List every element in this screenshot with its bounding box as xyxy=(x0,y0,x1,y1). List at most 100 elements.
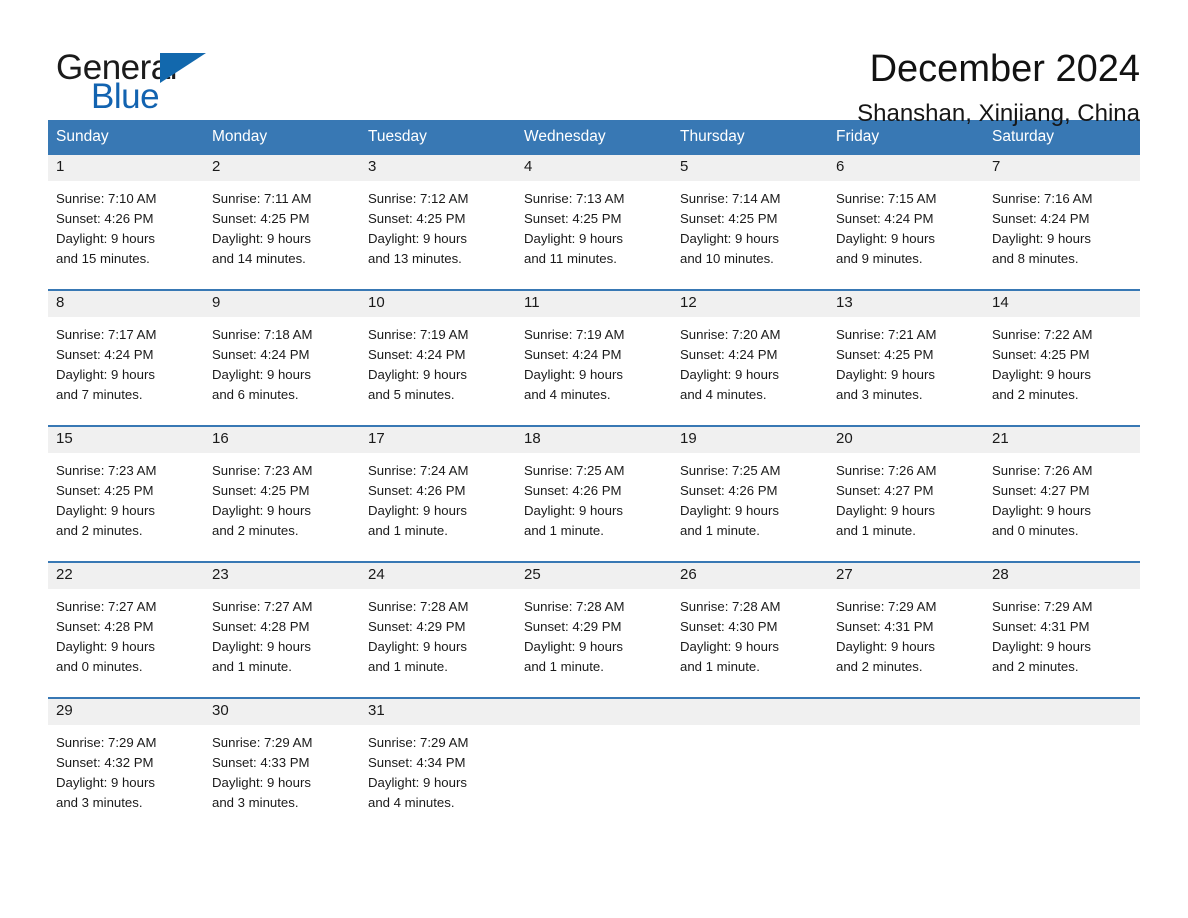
calendar-day-cell[interactable]: 28 Sunrise: 7:29 AM Sunset: 4:31 PM Dayligh… xyxy=(984,561,1140,698)
calendar-day-cell[interactable]: 4 Sunrise: 7:13 AM Sunset: 4:25 PM Daylight… xyxy=(516,155,672,290)
daylight-minutes: and 1 minute. xyxy=(212,659,292,674)
calendar-day-cell[interactable]: 11 Sunrise: 7:19 AM Sunset: 4:24 PM Dayligh… xyxy=(516,289,672,426)
calendar-day-cell[interactable]: 31 Sunrise: 7:29 AM Sunset: 4:34 PM Dayligh… xyxy=(360,697,516,833)
calendar-day-cell[interactable]: 27 Sunrise: 7:29 AM Sunset: 4:31 PM Dayligh… xyxy=(828,561,984,698)
sunset-time: Sunset: 4:27 PM xyxy=(836,483,934,498)
day-number: 15 xyxy=(48,427,204,453)
daylight-minutes: and 1 minute. xyxy=(368,659,448,674)
calendar-day-cell[interactable]: 7 Sunrise: 7:16 AM Sunset: 4:24 PM Daylight… xyxy=(984,155,1140,290)
sunset-time: Sunset: 4:25 PM xyxy=(524,211,622,226)
calendar-day-cell[interactable]: 24 Sunrise: 7:28 AM Sunset: 4:29 PM Dayligh… xyxy=(360,561,516,698)
calendar-day-cell[interactable]: 25 Sunrise: 7:28 AM Sunset: 4:29 PM Dayligh… xyxy=(516,561,672,698)
calendar-day-cell[interactable]: 29 Sunrise: 7:29 AM Sunset: 4:32 PM Dayligh… xyxy=(48,697,204,833)
day-number: 5 xyxy=(672,155,828,181)
day-detail: Sunrise: 7:26 AM Sunset: 4:27 PM Daylight:… xyxy=(984,453,1140,561)
calendar-day-cell[interactable]: 19 Sunrise: 7:25 AM Sunset: 4:26 PM Dayligh… xyxy=(672,425,828,562)
calendar-day-cell[interactable]: 5 Sunrise: 7:14 AM Sunset: 4:25 PM Daylight… xyxy=(672,155,828,290)
day-detail: Sunrise: 7:17 AM Sunset: 4:24 PM Daylight:… xyxy=(48,317,204,425)
calendar-day-cell-empty xyxy=(828,697,984,833)
daylight-hours: Daylight: 9 hours xyxy=(992,231,1091,246)
day-detail: Sunrise: 7:21 AM Sunset: 4:25 PM Daylight:… xyxy=(828,317,984,425)
sunset-time: Sunset: 4:31 PM xyxy=(992,619,1090,634)
day-number: 10 xyxy=(360,291,516,317)
sunset-time: Sunset: 4:24 PM xyxy=(524,347,622,362)
sunset-time: Sunset: 4:30 PM xyxy=(680,619,778,634)
sunrise-time: Sunrise: 7:17 AM xyxy=(56,327,157,342)
calendar-day-cell[interactable]: 6 Sunrise: 7:15 AM Sunset: 4:24 PM Daylight… xyxy=(828,155,984,290)
day-number: 1 xyxy=(48,155,204,181)
calendar-day-cell[interactable]: 14 Sunrise: 7:22 AM Sunset: 4:25 PM Dayligh… xyxy=(984,289,1140,426)
calendar-day-cell[interactable]: 12 Sunrise: 7:20 AM Sunset: 4:24 PM Dayligh… xyxy=(672,289,828,426)
daylight-hours: Daylight: 9 hours xyxy=(524,503,623,518)
calendar-day-cell[interactable]: 8 Sunrise: 7:17 AM Sunset: 4:24 PM Daylight… xyxy=(48,289,204,426)
calendar-day-cell[interactable]: 16 Sunrise: 7:23 AM Sunset: 4:25 PM Dayligh… xyxy=(204,425,360,562)
daylight-hours: Daylight: 9 hours xyxy=(524,639,623,654)
sunset-time: Sunset: 4:32 PM xyxy=(56,755,154,770)
calendar-day-cell[interactable]: 20 Sunrise: 7:26 AM Sunset: 4:27 PM Dayligh… xyxy=(828,425,984,562)
daylight-hours: Daylight: 9 hours xyxy=(992,367,1091,382)
calendar-day-cell[interactable]: 13 Sunrise: 7:21 AM Sunset: 4:25 PM Dayligh… xyxy=(828,289,984,426)
calendar-day-cell[interactable]: 1 Sunrise: 7:10 AM Sunset: 4:26 PM Daylight… xyxy=(48,155,204,290)
day-number: 8 xyxy=(48,291,204,317)
general-blue-logo[interactable]: General Blue xyxy=(56,46,216,118)
day-number: 17 xyxy=(360,427,516,453)
sunrise-time: Sunrise: 7:20 AM xyxy=(680,327,781,342)
day-detail: Sunrise: 7:26 AM Sunset: 4:27 PM Daylight:… xyxy=(828,453,984,561)
day-number: 30 xyxy=(204,699,360,725)
calendar-day-cell-empty xyxy=(672,697,828,833)
calendar-day-cell[interactable]: 30 Sunrise: 7:29 AM Sunset: 4:33 PM Dayligh… xyxy=(204,697,360,833)
day-number xyxy=(516,699,672,725)
day-number: 2 xyxy=(204,155,360,181)
day-number: 6 xyxy=(828,155,984,181)
day-number: 9 xyxy=(204,291,360,317)
sunset-time: Sunset: 4:24 PM xyxy=(680,347,778,362)
calendar-week-row: 1 Sunrise: 7:10 AM Sunset: 4:26 PM Daylight… xyxy=(48,155,1140,290)
calendar-day-cell[interactable]: 17 Sunrise: 7:24 AM Sunset: 4:26 PM Dayligh… xyxy=(360,425,516,562)
location-subtitle: Shanshan, Xinjiang, China xyxy=(857,99,1140,127)
day-detail: Sunrise: 7:23 AM Sunset: 4:25 PM Daylight:… xyxy=(204,453,360,561)
daylight-hours: Daylight: 9 hours xyxy=(836,639,935,654)
daylight-minutes: and 1 minute. xyxy=(836,523,916,538)
day-detail: Sunrise: 7:24 AM Sunset: 4:26 PM Daylight:… xyxy=(360,453,516,561)
calendar-day-cell[interactable]: 23 Sunrise: 7:27 AM Sunset: 4:28 PM Dayligh… xyxy=(204,561,360,698)
weekday-header-monday: Monday xyxy=(204,120,360,155)
calendar-day-cell[interactable]: 18 Sunrise: 7:25 AM Sunset: 4:26 PM Dayligh… xyxy=(516,425,672,562)
day-detail xyxy=(984,725,1140,833)
daylight-minutes: and 11 minutes. xyxy=(524,251,617,266)
daylight-hours: Daylight: 9 hours xyxy=(212,639,311,654)
day-detail: Sunrise: 7:27 AM Sunset: 4:28 PM Daylight:… xyxy=(48,589,204,697)
calendar-day-cell[interactable]: 22 Sunrise: 7:27 AM Sunset: 4:28 PM Dayligh… xyxy=(48,561,204,698)
sunset-time: Sunset: 4:25 PM xyxy=(56,483,154,498)
sunrise-time: Sunrise: 7:19 AM xyxy=(368,327,469,342)
daylight-minutes: and 7 minutes. xyxy=(56,387,143,402)
sunset-time: Sunset: 4:25 PM xyxy=(680,211,778,226)
calendar-day-cell[interactable]: 15 Sunrise: 7:23 AM Sunset: 4:25 PM Dayligh… xyxy=(48,425,204,562)
sunrise-time: Sunrise: 7:28 AM xyxy=(368,599,469,614)
calendar-day-cell[interactable]: 2 Sunrise: 7:11 AM Sunset: 4:25 PM Daylight… xyxy=(204,155,360,290)
daylight-minutes: and 9 minutes. xyxy=(836,251,923,266)
day-number: 3 xyxy=(360,155,516,181)
day-number: 28 xyxy=(984,563,1140,589)
calendar-day-cell[interactable]: 26 Sunrise: 7:28 AM Sunset: 4:30 PM Dayligh… xyxy=(672,561,828,698)
calendar-day-cell[interactable]: 3 Sunrise: 7:12 AM Sunset: 4:25 PM Daylight… xyxy=(360,155,516,290)
daylight-hours: Daylight: 9 hours xyxy=(56,367,155,382)
day-number: 29 xyxy=(48,699,204,725)
sunrise-time: Sunrise: 7:22 AM xyxy=(992,327,1093,342)
daylight-minutes: and 4 minutes. xyxy=(524,387,611,402)
daylight-hours: Daylight: 9 hours xyxy=(212,231,311,246)
calendar-week-row: 29 Sunrise: 7:29 AM Sunset: 4:32 PM Dayligh… xyxy=(48,697,1140,833)
daylight-minutes: and 1 minute. xyxy=(368,523,448,538)
calendar-day-cell[interactable]: 10 Sunrise: 7:19 AM Sunset: 4:24 PM Dayligh… xyxy=(360,289,516,426)
calendar-day-cell[interactable]: 21 Sunrise: 7:26 AM Sunset: 4:27 PM Dayligh… xyxy=(984,425,1140,562)
day-number: 7 xyxy=(984,155,1140,181)
day-detail: Sunrise: 7:29 AM Sunset: 4:34 PM Daylight:… xyxy=(360,725,516,833)
weekday-header-thursday: Thursday xyxy=(672,120,828,155)
daylight-minutes: and 2 minutes. xyxy=(836,659,923,674)
day-detail: Sunrise: 7:19 AM Sunset: 4:24 PM Daylight:… xyxy=(516,317,672,425)
sunrise-time: Sunrise: 7:29 AM xyxy=(212,735,313,750)
day-detail: Sunrise: 7:29 AM Sunset: 4:31 PM Daylight:… xyxy=(828,589,984,697)
sunrise-time: Sunrise: 7:10 AM xyxy=(56,191,157,206)
sunset-time: Sunset: 4:24 PM xyxy=(836,211,934,226)
calendar-day-cell[interactable]: 9 Sunrise: 7:18 AM Sunset: 4:24 PM Daylight… xyxy=(204,289,360,426)
daylight-hours: Daylight: 9 hours xyxy=(992,503,1091,518)
